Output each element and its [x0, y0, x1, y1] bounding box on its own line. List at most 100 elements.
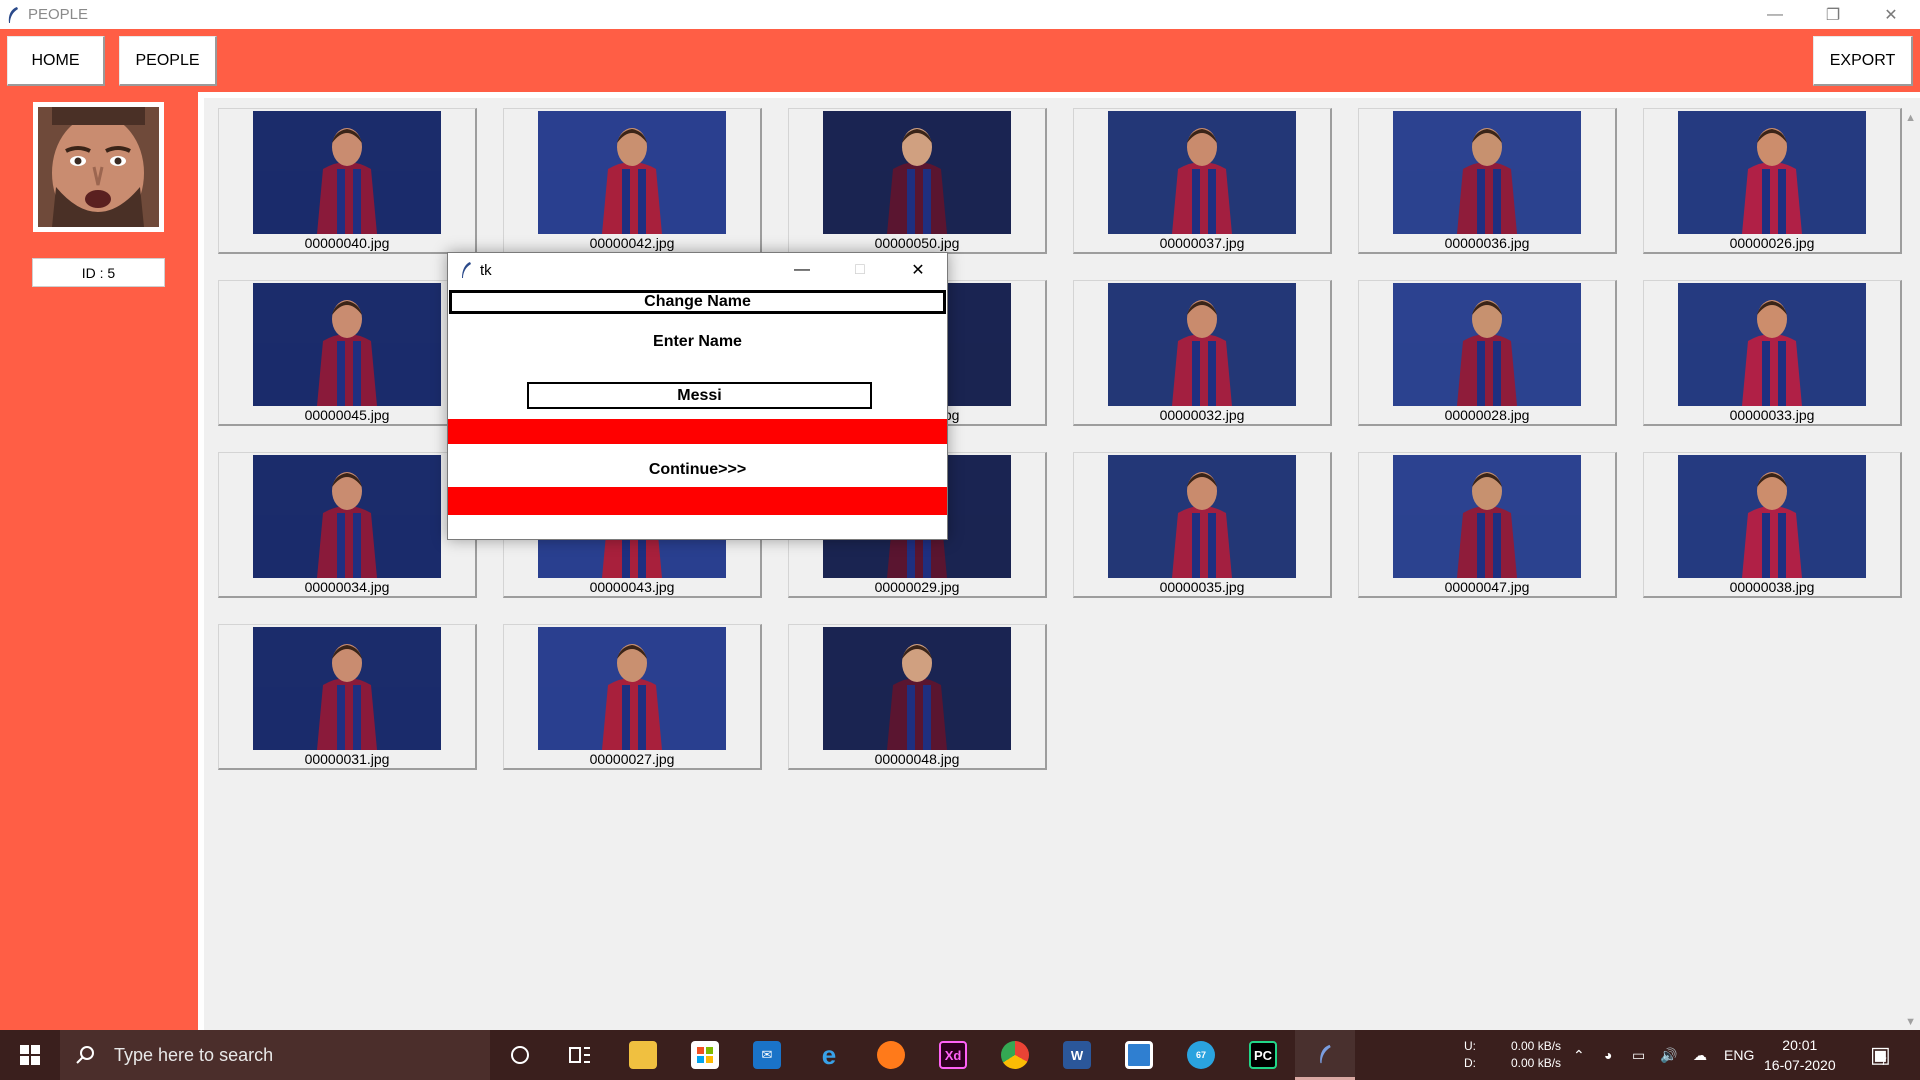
photo-thumbnail — [823, 627, 1011, 750]
photo-tile[interactable]: 00000031.jpg — [218, 624, 477, 770]
minimize-icon[interactable]: — — [773, 253, 831, 287]
search-placeholder: Type here to search — [114, 1044, 274, 1065]
avatar — [33, 102, 164, 232]
clock[interactable]: 20:01 16-07-2020 — [1764, 1030, 1836, 1080]
notification-count: 7 — [1880, 1056, 1887, 1068]
scroll-up-icon[interactable]: ▲ — [1905, 112, 1916, 124]
dialog-title: tk — [480, 261, 492, 279]
photo-tile[interactable]: 00000048.jpg — [788, 624, 1047, 770]
xd-icon[interactable]: Xd — [923, 1030, 983, 1080]
photo-tile[interactable]: 00000027.jpg — [503, 624, 762, 770]
task-view-icon[interactable] — [550, 1030, 610, 1080]
cortana-icon[interactable] — [490, 1030, 550, 1080]
sidebar: ID : 5 — [0, 92, 198, 1030]
change-name-dialog: tk — □ ✕ Change Name Enter Name Continue… — [447, 252, 948, 540]
word-icon[interactable]: W — [1047, 1030, 1107, 1080]
photo-caption: 00000027.jpg — [589, 751, 675, 767]
enter-name-label: Enter Name — [653, 333, 742, 350]
top-navbar: HOME PEOPLE EXPORT — [0, 29, 1920, 92]
photo-thumbnail — [1108, 283, 1296, 406]
restore-icon[interactable]: ❐ — [1804, 0, 1862, 29]
photo-caption: 00000029.jpg — [874, 579, 960, 595]
language-indicator[interactable]: ENG — [1724, 1030, 1754, 1080]
photo-thumbnail — [1393, 455, 1581, 578]
photo-caption: 00000040.jpg — [304, 235, 390, 251]
red-divider-top — [448, 419, 947, 444]
window-titlebar: PEOPLE — ❐ ✕ — [0, 0, 1920, 29]
photo-tile[interactable]: 00000040.jpg — [218, 108, 477, 254]
battery-icon[interactable]: ▭ — [1632, 1030, 1645, 1080]
firefox-icon[interactable] — [861, 1030, 921, 1080]
name-input[interactable] — [527, 382, 872, 409]
continue-button[interactable]: Continue>>> — [448, 455, 947, 485]
mail-icon[interactable]: ✉ — [737, 1030, 797, 1080]
photo-thumbnail — [1678, 455, 1866, 578]
photo-tile[interactable]: 00000050.jpg — [788, 108, 1047, 254]
photo-thumbnail — [253, 283, 441, 406]
face-image — [38, 107, 159, 231]
net-up-value: 0.00 kB/s — [1511, 1039, 1562, 1053]
net-down-label: D: — [1464, 1056, 1476, 1070]
scroll-down-icon[interactable]: ▼ — [1905, 1016, 1916, 1028]
photo-tile[interactable]: 00000033.jpg — [1643, 280, 1902, 426]
show-hidden-icons[interactable]: ⌃ — [1573, 1030, 1585, 1080]
notification-icon[interactable]: ▣ 7 — [1870, 1030, 1891, 1080]
photo-tile[interactable]: 00000038.jpg — [1643, 452, 1902, 598]
windows-start-icon[interactable] — [0, 1030, 60, 1080]
people-button[interactable]: PEOPLE — [119, 36, 217, 86]
photo-thumbnail — [253, 111, 441, 234]
dialog-heading: Change Name — [449, 290, 946, 314]
photo-tile[interactable]: 00000036.jpg — [1358, 108, 1617, 254]
photo-tile[interactable]: 00000032.jpg — [1073, 280, 1332, 426]
export-button[interactable]: EXPORT — [1813, 36, 1913, 86]
home-button[interactable]: HOME — [7, 36, 105, 86]
photo-caption: 00000032.jpg — [1159, 407, 1245, 423]
photo-caption: 00000037.jpg — [1159, 235, 1245, 251]
photo-gallery: ▲ ▼ 00000040.jpg 00000042.jpg 00000050.jpg… — [198, 92, 1920, 1030]
wifi-icon[interactable]: ◕ — [1604, 1030, 1612, 1080]
close-icon[interactable]: ✕ — [1862, 0, 1920, 29]
store-icon[interactable] — [675, 1030, 735, 1080]
photo-thumbnail — [1393, 111, 1581, 234]
window-title: PEOPLE — [28, 6, 89, 23]
photo-caption: 00000050.jpg — [874, 235, 960, 251]
photo-tile[interactable]: 00000045.jpg — [218, 280, 477, 426]
taskbar-search[interactable]: Type here to search — [60, 1030, 490, 1080]
photo-caption: 00000034.jpg — [304, 579, 390, 595]
photo-thumbnail — [1108, 111, 1296, 234]
dialog-titlebar: tk — □ ✕ — [448, 253, 947, 287]
photo-caption: 00000036.jpg — [1444, 235, 1530, 251]
photo-tile[interactable]: 00000026.jpg — [1643, 108, 1902, 254]
feather-icon[interactable] — [1295, 1030, 1355, 1080]
clock-date: 16-07-2020 — [1764, 1057, 1836, 1073]
clock-time: 20:01 — [1782, 1037, 1818, 1053]
photo-tile[interactable]: 00000042.jpg — [503, 108, 762, 254]
photo-tile[interactable]: 00000047.jpg — [1358, 452, 1617, 598]
feather-icon — [462, 262, 471, 278]
id-label: ID : 5 — [32, 258, 165, 287]
telegram-icon[interactable]: 67 — [1171, 1030, 1231, 1080]
file-explorer-icon[interactable] — [613, 1030, 673, 1080]
photo-thumbnail — [253, 455, 441, 578]
photo-tile[interactable]: 00000028.jpg — [1358, 280, 1617, 426]
onedrive-icon[interactable]: ☁ — [1693, 1030, 1707, 1080]
minimize-icon[interactable]: — — [1746, 0, 1804, 29]
edge-icon[interactable]: e — [799, 1030, 859, 1080]
photo-tile[interactable]: 00000034.jpg — [218, 452, 477, 598]
photo-thumbnail — [1678, 111, 1866, 234]
photo-caption: 00000026.jpg — [1729, 235, 1815, 251]
photo-caption: 00000033.jpg — [1729, 407, 1815, 423]
red-divider-bottom — [448, 487, 947, 515]
chrome-icon[interactable] — [985, 1030, 1045, 1080]
pycharm-icon[interactable]: PC — [1233, 1030, 1293, 1080]
photo-caption: 00000047.jpg — [1444, 579, 1530, 595]
photo-tile[interactable]: 00000035.jpg — [1073, 452, 1332, 598]
close-icon[interactable]: ✕ — [889, 253, 947, 287]
photo-tile[interactable]: 00000037.jpg — [1073, 108, 1332, 254]
photo-thumbnail — [253, 627, 441, 750]
photo-caption: 00000042.jpg — [589, 235, 675, 251]
volume-icon[interactable]: 🔊 — [1660, 1030, 1677, 1080]
feather-icon — [8, 6, 18, 23]
photo-caption: 00000043.jpg — [589, 579, 675, 595]
box-icon[interactable] — [1109, 1030, 1169, 1080]
